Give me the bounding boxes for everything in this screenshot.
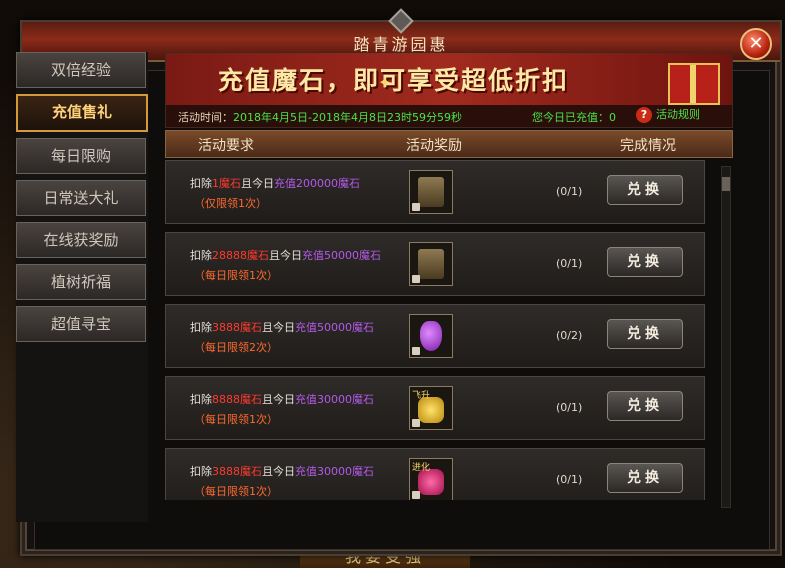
req-prefix: 扣除 <box>190 321 212 334</box>
lock-icon <box>412 347 420 355</box>
activity-time-label: 活动时间： <box>178 111 233 124</box>
row-progress: (0/1) <box>556 401 583 414</box>
rules-label: 活动规则 <box>656 108 700 121</box>
req-cost: 28888魔石 <box>212 249 269 262</box>
req-charge: 充值50000魔石 <box>302 249 381 262</box>
activity-time: 活动时间：2018年4月5日-2018年4月8日23时59分59秒 <box>178 109 462 125</box>
req-prefix: 扣除 <box>190 177 212 190</box>
reward-list: 扣除1魔石且今日充值200000魔石 （仅限领1次） (0/1) 兑换 扣除28888魔… <box>165 160 711 500</box>
sidebar-item-daily-limit[interactable]: 每日限购 <box>16 138 146 174</box>
reward-item-slot[interactable]: 进化 <box>409 458 453 500</box>
req-mid: 且今日 <box>269 249 302 262</box>
req-charge: 充值200000魔石 <box>274 177 360 190</box>
req-charge: 充值50000魔石 <box>295 321 374 334</box>
row-limit: （每日限领2次） <box>194 341 278 354</box>
exchange-button[interactable]: 兑换 <box>607 391 683 421</box>
row-limit: （每日限领1次） <box>194 413 278 426</box>
row-requirement: 扣除3888魔石且今日充值50000魔石 <box>190 319 374 335</box>
reward-row: 扣除3888魔石且今日充值50000魔石 （每日限领2次） (0/2) 兑换 <box>165 304 705 368</box>
reward-row: 扣除1魔石且今日充值200000魔石 （仅限领1次） (0/1) 兑换 <box>165 160 705 224</box>
req-mid: 且今日 <box>262 465 295 478</box>
lock-icon <box>412 419 420 427</box>
row-progress: (0/1) <box>556 473 583 486</box>
close-button[interactable]: ✕ <box>740 28 772 60</box>
lock-icon <box>412 203 420 211</box>
sidebar-item-tree-blessing[interactable]: 植树祈福 <box>16 264 146 300</box>
reward-tag: 飞升 <box>412 391 431 401</box>
req-prefix: 扣除 <box>190 465 212 478</box>
req-charge: 充值30000魔石 <box>295 465 374 478</box>
sidebar: 双倍经验 充值售礼 每日限购 日常送大礼 在线获奖励 植树祈福 超值寻宝 <box>16 52 148 348</box>
reward-tag: 进化 <box>412 463 431 473</box>
sidebar-item-online-reward[interactable]: 在线获奖励 <box>16 222 146 258</box>
row-requirement: 扣除1魔石且今日充值200000魔石 <box>190 175 360 191</box>
req-mid: 且今日 <box>241 177 274 190</box>
column-requirement: 活动要求 <box>198 138 254 154</box>
column-status: 完成情况 <box>620 138 676 154</box>
reward-row: 扣除3888魔石且今日充值30000魔石 （每日限领1次） 进化 (0/1) 兑换 <box>165 448 705 500</box>
exchange-button[interactable]: 兑换 <box>607 175 683 205</box>
req-charge: 充值30000魔石 <box>295 393 374 406</box>
help-icon: ? <box>636 107 652 123</box>
sidebar-item-treasure-hunt[interactable]: 超值寻宝 <box>16 306 146 342</box>
exchange-button[interactable]: 兑换 <box>607 463 683 493</box>
row-limit: （仅限领1次） <box>194 197 267 210</box>
row-requirement: 扣除28888魔石且今日充值50000魔石 <box>190 247 381 263</box>
exchange-button[interactable]: 兑换 <box>607 319 683 349</box>
sidebar-item-daily-gift[interactable]: 日常送大礼 <box>16 180 146 216</box>
activity-time-value: 2018年4月5日-2018年4月8日23时59分59秒 <box>233 111 462 124</box>
reward-row: 扣除8888魔石且今日充值30000魔石 （每日限领1次） 飞升 (0/1) 兑换 <box>165 376 705 440</box>
column-reward: 活动奖励 <box>406 138 462 154</box>
lock-icon <box>412 275 420 283</box>
row-limit: （每日限领1次） <box>194 485 278 498</box>
req-mid: 且今日 <box>262 321 295 334</box>
row-limit: （每日限领1次） <box>194 269 278 282</box>
row-progress: (0/2) <box>556 329 583 342</box>
row-requirement: 扣除8888魔石且今日充值30000魔石 <box>190 391 374 407</box>
req-cost: 8888魔石 <box>212 393 262 406</box>
rules-link[interactable]: ? 活动规则 <box>636 105 700 125</box>
reward-item-icon <box>418 177 444 207</box>
req-prefix: 扣除 <box>190 249 212 262</box>
reward-item-slot[interactable] <box>409 242 453 286</box>
reward-item-slot[interactable]: 飞升 <box>409 386 453 430</box>
sidebar-item-recharge-gift[interactable]: 充值售礼 <box>16 94 148 132</box>
row-progress: (0/1) <box>556 185 583 198</box>
reward-row: 扣除28888魔石且今日充值50000魔石 （每日限领1次） (0/1) 兑换 <box>165 232 705 296</box>
row-requirement: 扣除3888魔石且今日充值30000魔石 <box>190 463 374 479</box>
req-prefix: 扣除 <box>190 393 212 406</box>
promo-banner: 充值魔石，即可享受超低折扣 ✦ 活动时间：2018年4月5日-2018年4月8日… <box>165 52 733 128</box>
reward-item-slot[interactable] <box>409 314 453 358</box>
req-cost: 3888魔石 <box>212 465 262 478</box>
lock-icon <box>412 491 420 499</box>
req-cost: 1魔石 <box>212 177 241 190</box>
reward-item-icon <box>418 249 444 279</box>
reward-item-icon <box>420 321 442 351</box>
reward-item-slot[interactable] <box>409 170 453 214</box>
banner-title: 充值魔石，即可享受超低折扣 <box>218 66 570 95</box>
sparkle-icon: ✦ <box>378 73 392 92</box>
sidebar-item-double-exp[interactable]: 双倍经验 <box>16 52 146 88</box>
today-recharge: 您今日已充值：0 <box>532 111 616 124</box>
req-cost: 3888魔石 <box>212 321 262 334</box>
scroll-thumb[interactable] <box>722 177 730 191</box>
req-mid: 且今日 <box>262 393 295 406</box>
row-progress: (0/1) <box>556 257 583 270</box>
list-scrollbar[interactable] <box>721 166 731 508</box>
gift-box-icon <box>668 63 720 105</box>
exchange-button[interactable]: 兑换 <box>607 247 683 277</box>
column-header: 活动要求 活动奖励 完成情况 <box>165 130 733 158</box>
